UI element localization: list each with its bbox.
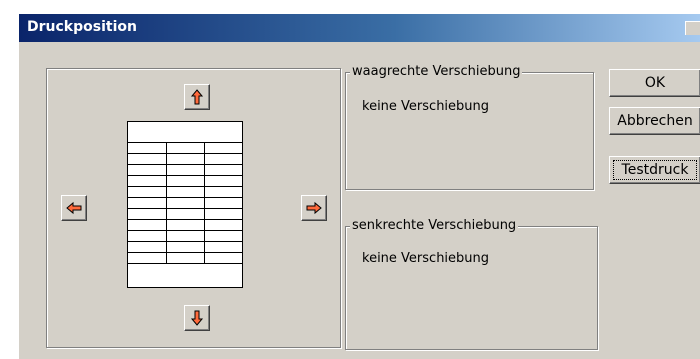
vertical-shift-group: senkrechte Verschiebung keine Verschiebu… — [345, 218, 598, 350]
horizontal-shift-value: keine Verschiebung — [362, 99, 490, 114]
move-down-button[interactable] — [184, 305, 210, 331]
title-bar[interactable]: Druckposition — [19, 14, 700, 42]
vertical-shift-value: keine Verschiebung — [362, 251, 490, 266]
dialog-window: Druckposition waagrechte Verschiebung ke… — [18, 13, 700, 359]
horizontal-shift-group: waagrechte Verschiebung keine Verschiebu… — [345, 64, 594, 190]
vertical-shift-label: senkrechte Verschiebung — [350, 218, 519, 233]
cancel-button[interactable]: Abbrechen — [609, 107, 700, 135]
test-print-button[interactable]: Testdruck — [609, 156, 700, 184]
arrow-left-icon — [66, 201, 82, 215]
page-preview — [127, 121, 243, 288]
horizontal-shift-label: waagrechte Verschiebung — [350, 64, 523, 79]
close-button[interactable] — [685, 21, 700, 35]
arrow-up-icon — [190, 89, 204, 105]
move-right-button[interactable] — [301, 195, 327, 221]
move-left-button[interactable] — [61, 195, 87, 221]
ok-button[interactable]: OK — [609, 69, 700, 97]
arrow-down-icon — [190, 310, 204, 326]
move-up-button[interactable] — [184, 84, 210, 110]
arrow-right-icon — [306, 201, 322, 215]
window-title: Druckposition — [27, 19, 137, 35]
page-preview-icon — [128, 142, 242, 264]
